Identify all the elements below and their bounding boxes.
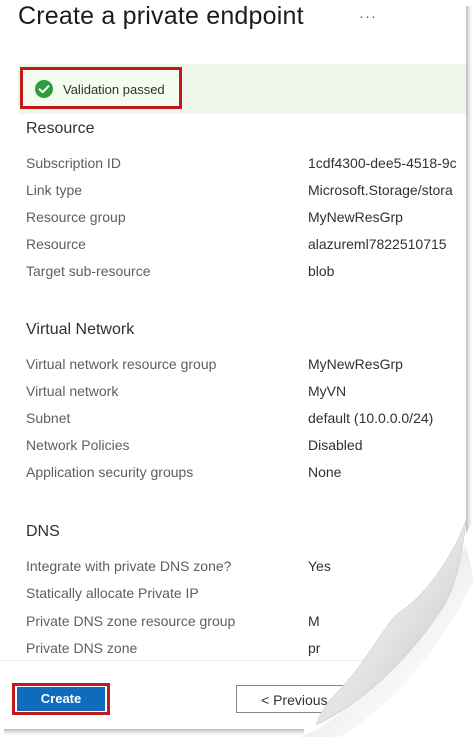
page: Create a private endpoint ··· Validation… (0, 0, 474, 737)
validation-text: Validation passed (63, 82, 165, 97)
check-circle-icon (35, 80, 53, 98)
label-resource: Resource (26, 236, 86, 252)
value-subnet: default (10.0.0.0/24) (308, 410, 434, 426)
value-integrate-private-dns: Yes (308, 558, 331, 574)
label-vnet-resource-group: Virtual network resource group (26, 356, 217, 372)
label-network-policies: Network Policies (26, 437, 130, 453)
value-target-sub-resource: blob (308, 263, 335, 279)
value-subscription-id: 1cdf4300-dee5-4518-9c (308, 155, 457, 171)
value-virtual-network: MyVN (308, 383, 347, 399)
section-title-dns: DNS (26, 523, 60, 540)
value-resource: alazureml7822510715 (308, 236, 447, 252)
label-statically-allocate-ip: Statically allocate Private IP (26, 585, 199, 601)
previous-button[interactable]: < Previous (236, 685, 356, 713)
label-subnet: Subnet (26, 410, 71, 426)
footer-divider (0, 660, 466, 661)
label-private-dns-zone-resource-group: Private DNS zone resource group (26, 613, 236, 629)
create-button[interactable]: Create (17, 687, 105, 711)
label-integrate-private-dns: Integrate with private DNS zone? (26, 558, 232, 574)
value-network-policies: Disabled (308, 437, 363, 453)
value-application-security-groups: None (308, 464, 342, 480)
value-private-dns-zone-resource-group: M (308, 613, 320, 629)
label-link-type: Link type (26, 182, 83, 198)
label-virtual-network: Virtual network (26, 383, 119, 399)
value-vnet-resource-group: MyNewResGrp (308, 356, 403, 372)
label-application-security-groups: Application security groups (26, 464, 194, 480)
section-title-resource: Resource (26, 120, 95, 137)
label-resource-group: Resource group (26, 209, 126, 225)
page-title: Create a private endpoint (18, 2, 304, 30)
value-private-dns-zone: pr (308, 640, 321, 656)
value-resource-group: MyNewResGrp (308, 209, 403, 225)
label-subscription-id: Subscription ID (26, 155, 121, 171)
blade-panel: Create a private endpoint ··· Validation… (0, 0, 466, 729)
value-link-type: Microsoft.Storage/stora (308, 182, 453, 198)
label-target-sub-resource: Target sub-resource (26, 263, 151, 279)
label-private-dns-zone: Private DNS zone (26, 640, 138, 656)
more-icon[interactable]: ··· (359, 8, 377, 25)
validation-highlight: Validation passed (20, 67, 182, 109)
section-title-virtual-network: Virtual Network (26, 321, 135, 338)
